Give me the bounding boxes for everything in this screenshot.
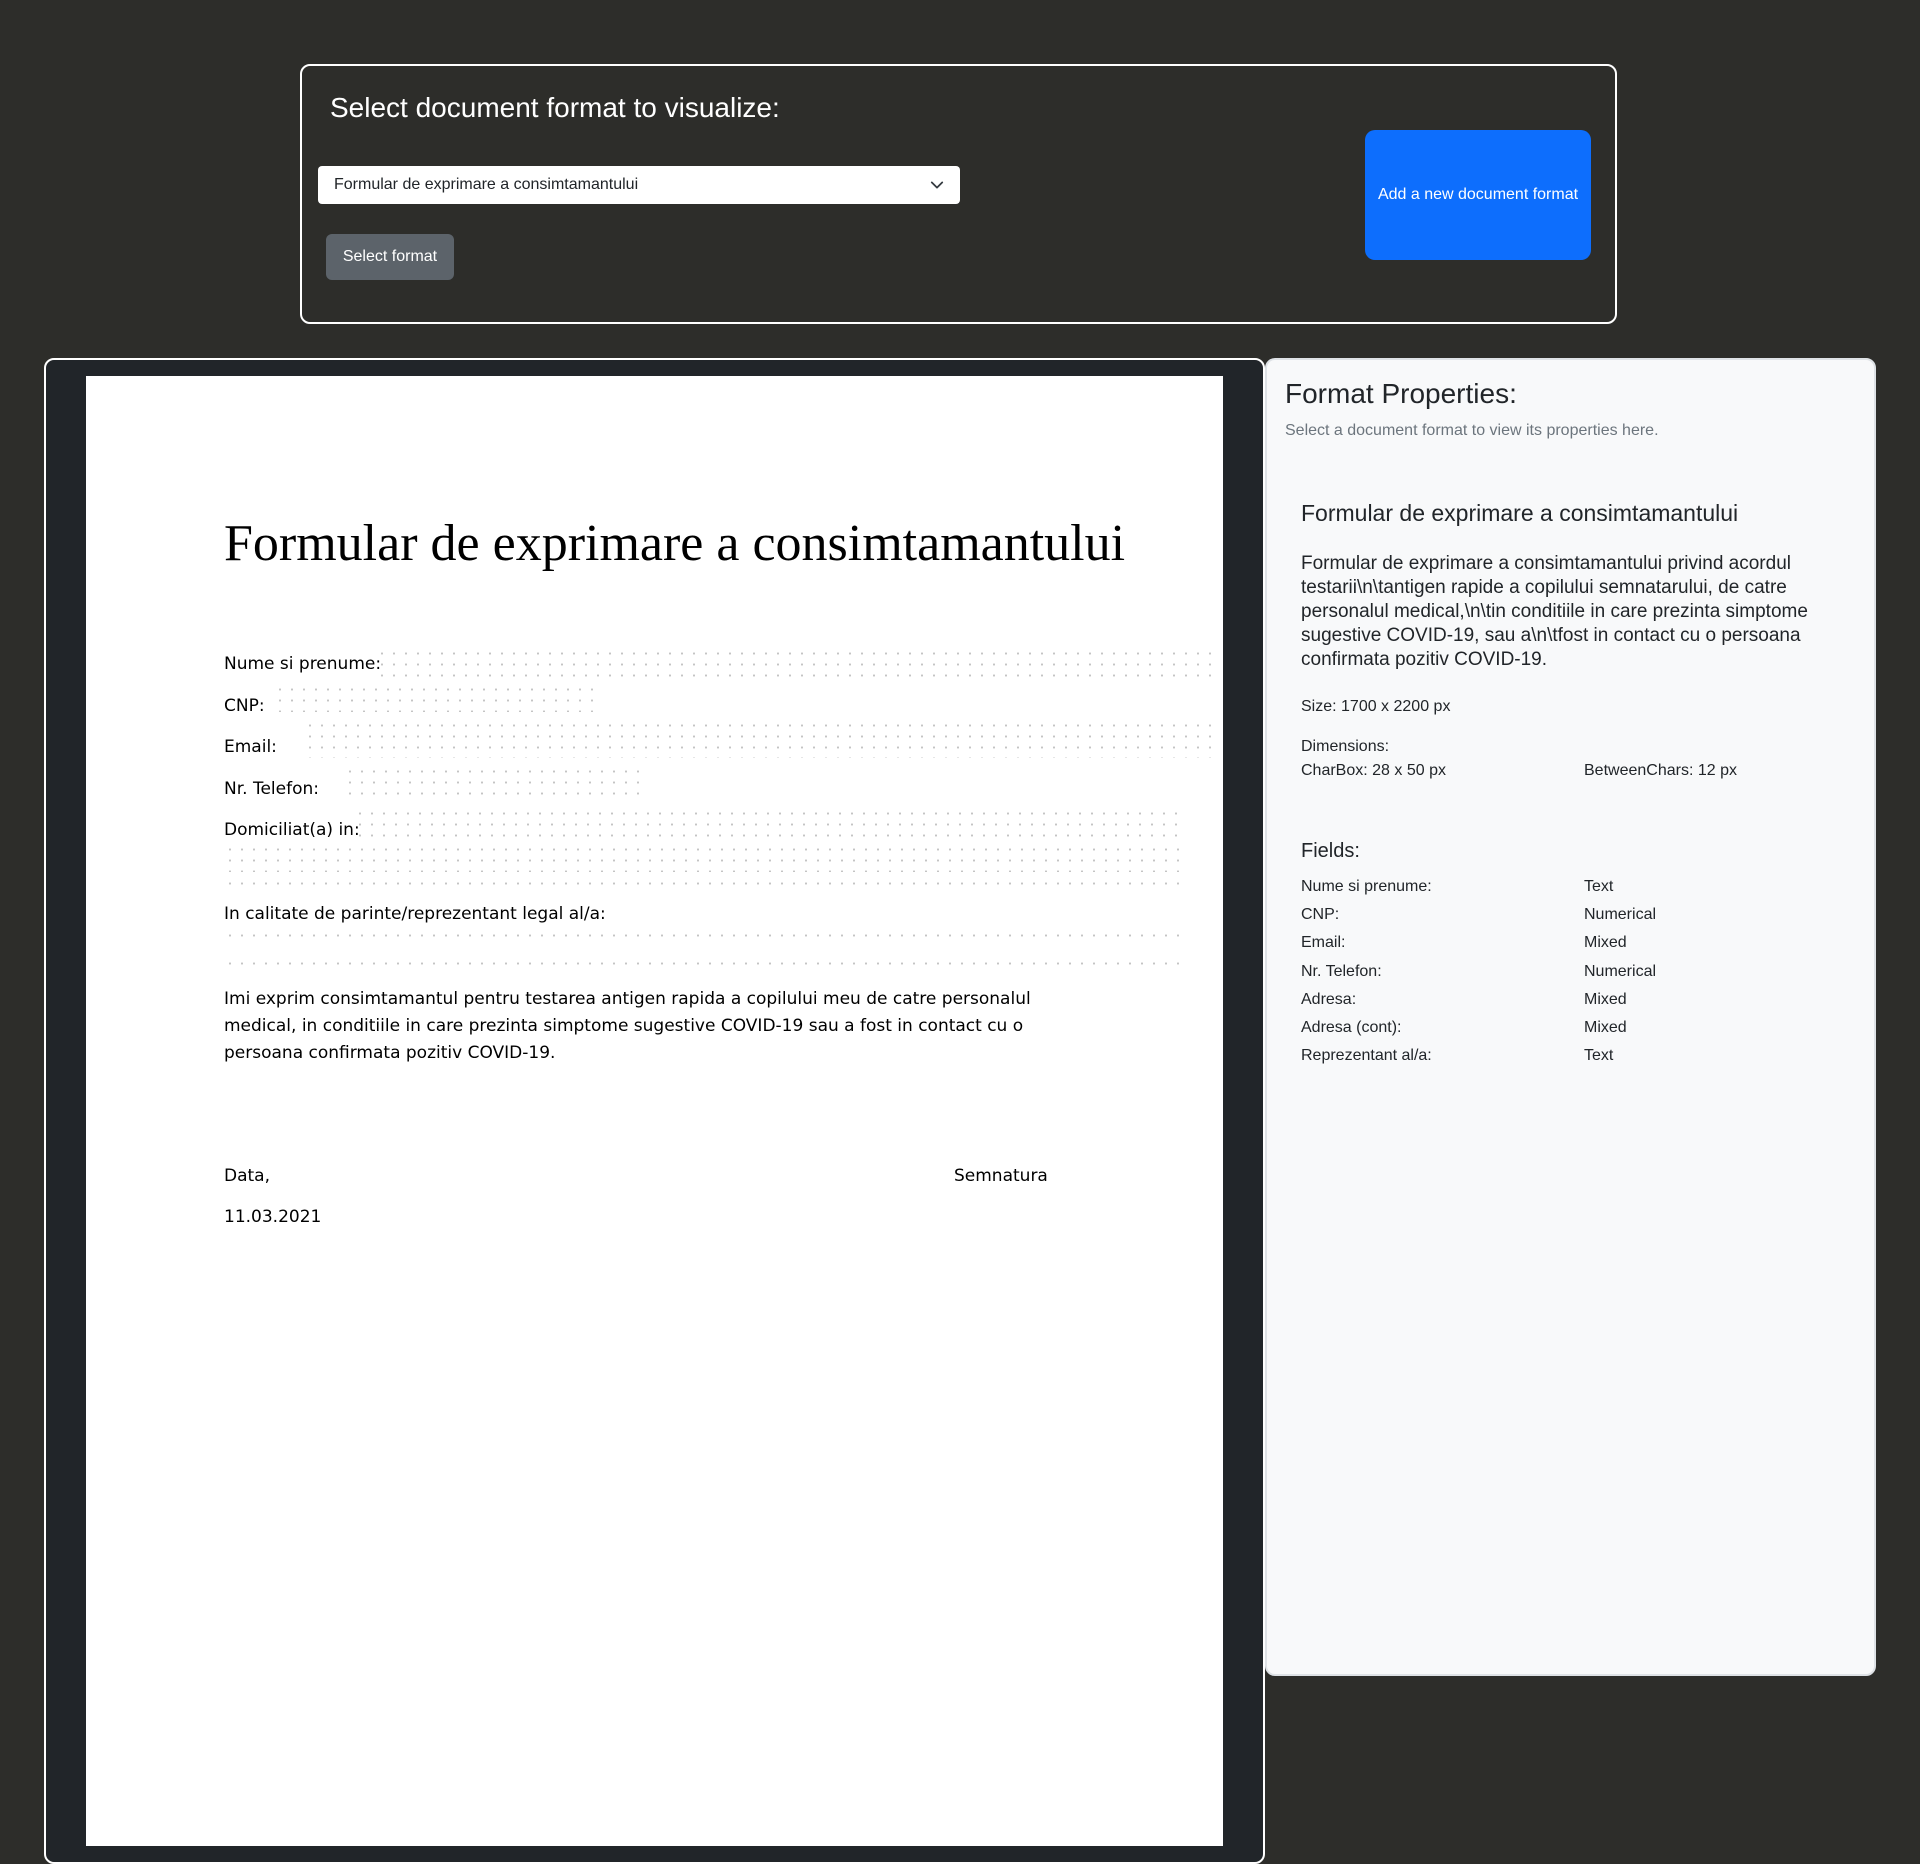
field-type: Mixed — [1584, 1018, 1627, 1036]
field-name: Reprezentant al/a: — [1301, 1047, 1432, 1065]
list-item: Reprezentant al/a: Text — [1301, 1047, 1861, 1075]
dimensions-charbox: CharBox: 28 x 50 px — [1301, 762, 1446, 779]
document-preview: Formular de exprimare a consimtamantului… — [44, 358, 1265, 1864]
field-type: Mixed — [1584, 934, 1627, 952]
list-item: CNP: Numerical — [1301, 906, 1861, 934]
select-format-button[interactable]: Select format — [326, 234, 454, 280]
list-item: Nume si prenume: Text — [1301, 878, 1861, 906]
doc-field-address-dots — [354, 806, 1186, 842]
document-page: Formular de exprimare a consimtamantului… — [86, 376, 1223, 1846]
format-name: Formular de exprimare a consimtamantului — [1301, 500, 1739, 526]
doc-field-email-label: Email: — [224, 737, 277, 757]
format-selector-panel: Select document format to visualize: For… — [300, 64, 1617, 324]
consent-statement: Imi exprim consimtamantul pentru testare… — [224, 989, 1031, 1063]
date-label: Data, — [224, 1166, 270, 1186]
field-name: Adresa (cont): — [1301, 1018, 1402, 1036]
doc-field-address-dots-2 — [224, 842, 1186, 872]
format-select-dropdown[interactable]: Formular de exprimare a consimtamantului — [318, 166, 960, 204]
field-type: Text — [1584, 878, 1614, 895]
signature-label: Semnatura — [954, 1166, 1048, 1186]
format-select-value: Formular de exprimare a consimtamantului — [334, 176, 639, 193]
doc-field-address-dots-3 — [224, 876, 1186, 888]
list-item: Adresa (cont): Mixed — [1301, 1019, 1861, 1047]
chevron-down-icon — [930, 181, 944, 189]
doc-field-name-dots — [376, 646, 1211, 678]
field-name: Adresa: — [1301, 990, 1357, 1008]
doc-field-guardian-dots — [224, 928, 1186, 940]
field-type: Numerical — [1584, 962, 1657, 980]
doc-field-cnp-label: CNP: — [224, 696, 265, 716]
doc-field-guardian-label: In calitate de parinte/reprezentant lega… — [224, 904, 606, 924]
fields-heading: Fields: — [1301, 840, 1360, 862]
list-item: Adresa: Mixed — [1301, 991, 1861, 1019]
doc-field-phone-dots — [344, 764, 639, 800]
format-size: Size: 1700 x 2200 px — [1301, 698, 1451, 715]
properties-title: Format Properties: — [1285, 378, 1517, 409]
list-item: Nr. Telefon: Numerical — [1301, 963, 1861, 991]
add-format-button[interactable]: Add a new document format — [1365, 130, 1591, 260]
doc-field-phone-label: Nr. Telefon: — [224, 779, 319, 799]
doc-field-guardian-dots-2 — [224, 956, 1186, 968]
field-name: Email: — [1301, 934, 1346, 952]
field-list: Nume si prenume: Text CNP: Numerical Ema… — [1301, 878, 1861, 1075]
doc-field-cnp-dots — [274, 682, 599, 712]
doc-field-name-label: Nume si prenume: — [224, 654, 382, 674]
doc-field-email-dots — [304, 718, 1211, 758]
list-item: Email: Mixed — [1301, 934, 1861, 962]
selector-title: Select document format to visualize: — [330, 92, 780, 123]
format-description: Formular de exprimare a consimtamantului… — [1301, 553, 1808, 670]
dimensions-label: Dimensions: — [1301, 738, 1390, 755]
properties-hint: Select a document format to view its pro… — [1285, 422, 1659, 439]
date-value: 11.03.2021 — [224, 1207, 322, 1227]
document-title: Formular de exprimare a consimtamantului — [224, 515, 1126, 572]
doc-field-address-label: Domiciliat(a) in: — [224, 820, 360, 840]
field-type: Numerical — [1584, 906, 1657, 924]
field-name: CNP: — [1301, 906, 1340, 924]
format-properties-panel: Format Properties: Select a document for… — [1265, 358, 1876, 1676]
field-name: Nr. Telefon: — [1301, 962, 1382, 980]
field-type: Text — [1584, 1047, 1614, 1065]
field-name: Nume si prenume: — [1301, 878, 1432, 895]
dimensions-between-chars: BetweenChars: 12 px — [1584, 762, 1737, 779]
field-type: Mixed — [1584, 990, 1627, 1008]
